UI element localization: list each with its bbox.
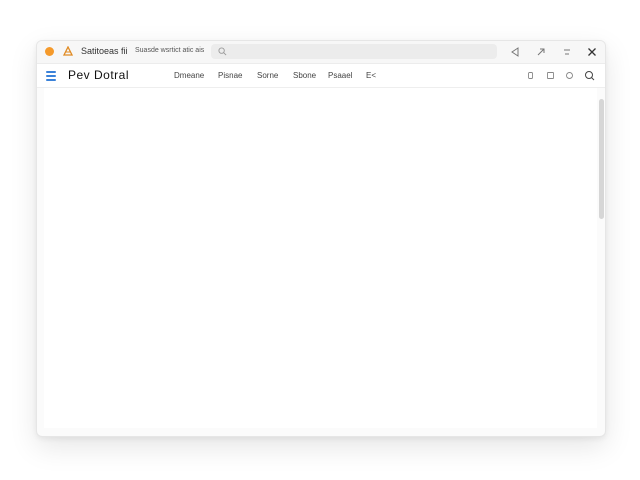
search-icon [218,47,227,56]
window-subtitle: Suasde wsrtict atic ais [135,47,205,54]
title-search-field[interactable] [211,44,497,59]
nav-item-4[interactable]: Sbone [293,71,316,80]
share-icon[interactable] [535,46,547,58]
title-bar: Satitoeas fii Suasde wsrtict atic ais [37,41,605,64]
window-title: Satitoeas fii [81,46,128,56]
window-status-dot[interactable] [45,47,54,56]
info-icon[interactable] [525,70,536,81]
back-arrow-icon[interactable] [509,46,521,58]
nav-item-5[interactable]: Psaael [328,71,352,80]
nav-item-2[interactable]: Pisnae [218,71,242,80]
nav-item-3[interactable]: Sorne [257,71,278,80]
menu-icon[interactable] [46,71,56,81]
square-icon[interactable] [545,70,556,81]
settings-icon[interactable] [564,70,575,81]
app-logo-icon [63,46,73,56]
nav-item-6[interactable]: E< [366,71,376,80]
vertical-scrollbar[interactable] [599,99,604,219]
minimize-icon[interactable] [561,46,573,58]
app-window: Satitoeas fii Suasde wsrtict atic ais Pe… [36,40,606,437]
brand-title: Pev Dotral [68,68,130,82]
main-content-area [44,88,597,428]
close-icon[interactable] [586,46,598,58]
search-icon[interactable] [584,70,595,81]
nav-item-1[interactable]: Dmeane [174,71,204,80]
app-toolbar: Pev Dotral Dmeane Pisnae Sorne Sbone Psa… [37,64,605,88]
